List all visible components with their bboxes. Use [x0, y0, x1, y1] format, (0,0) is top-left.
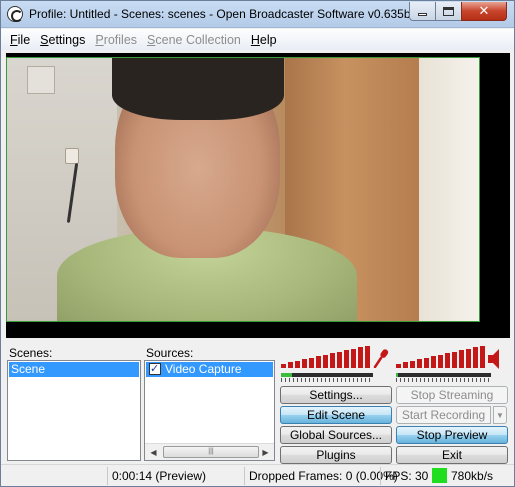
wall-picture — [27, 66, 55, 94]
volume-bar — [466, 349, 471, 368]
microphone-icon-glyph — [373, 349, 389, 369]
volume-bar — [337, 352, 342, 368]
speaker-icon-glyph — [488, 349, 499, 369]
maximize-icon — [443, 6, 454, 16]
volume-bar — [396, 364, 401, 368]
stop-streaming-button[interactable]: Stop Streaming — [396, 386, 508, 404]
menu-scene-collection[interactable]: Scene Collection — [142, 33, 246, 47]
volume-bar — [316, 356, 321, 368]
volume-bar — [431, 356, 436, 368]
minimize-button[interactable] — [409, 2, 436, 21]
stream-status-indicator — [432, 468, 447, 483]
status-bitrate: 780kb/s — [451, 469, 494, 483]
volume-bar — [403, 362, 408, 368]
status-time: 0:00:14 (Preview) — [107, 467, 206, 485]
volume-bar — [288, 362, 293, 368]
volume-bar — [323, 355, 328, 368]
scroll-left-icon[interactable]: ◀ — [145, 444, 162, 460]
global-sources-button[interactable]: Global Sources... — [280, 426, 392, 444]
menu-profiles[interactable]: Profiles — [90, 33, 142, 47]
microphone-level-meter — [281, 373, 373, 377]
exit-button[interactable]: Exit — [396, 446, 508, 464]
desktop-audio-meter — [396, 346, 511, 386]
speaker-icon[interactable] — [487, 348, 507, 373]
menu-file[interactable]: File — [5, 33, 35, 47]
scenes-list[interactable]: Scene — [7, 360, 141, 461]
volume-bar — [459, 350, 464, 368]
desktop-ticks — [396, 378, 491, 382]
minimize-icon — [418, 12, 427, 16]
obs-window: Profile: Untitled - Scenes: scenes - Ope… — [0, 0, 515, 487]
title-bar[interactable]: Profile: Untitled - Scenes: scenes - Ope… — [1, 1, 514, 28]
scroll-right-icon[interactable]: ▶ — [257, 444, 274, 460]
volume-bar — [480, 346, 485, 368]
close-icon: ✕ — [478, 3, 490, 19]
window-light — [419, 58, 479, 321]
scroll-thumb[interactable]: ||| — [163, 446, 259, 458]
volume-bar — [358, 347, 363, 368]
recording-dropdown-icon[interactable]: ▼ — [493, 406, 507, 424]
status-bar: 0:00:14 (Preview) Dropped Frames: 0 (0.0… — [1, 464, 514, 486]
status-dropped-frames: Dropped Frames: 0 (0.00%) — [244, 467, 398, 485]
volume-bar — [295, 361, 300, 368]
microphone-level-fill — [281, 373, 293, 377]
desktop-level-fill — [396, 373, 398, 377]
close-button[interactable]: ✕ — [461, 2, 507, 21]
microphone-ticks — [281, 378, 373, 382]
volume-bar — [452, 352, 457, 368]
edit-scene-button[interactable]: Edit Scene — [280, 406, 392, 424]
volume-bar — [351, 349, 356, 368]
menu-settings[interactable]: Settings — [35, 33, 90, 47]
source-item[interactable]: Video Capture Device — [146, 361, 273, 391]
volume-bar — [281, 364, 286, 368]
desktop-level-meter — [396, 373, 491, 377]
volume-bar — [330, 353, 335, 368]
scene-item[interactable]: Scene — [9, 362, 139, 377]
volume-bar — [309, 358, 314, 368]
sources-list[interactable]: Video Capture Device ◀ ||| ▶ — [144, 360, 275, 461]
wall-socket — [65, 148, 79, 164]
microphone-icon[interactable] — [373, 348, 391, 372]
volume-bar — [417, 359, 422, 368]
start-recording-button[interactable]: Start Recording — [396, 406, 491, 424]
volume-bar — [424, 358, 429, 368]
menu-help[interactable]: Help — [246, 33, 282, 47]
volume-bar — [445, 353, 450, 368]
menu-bar: File Settings Profiles Scene Collection … — [1, 29, 514, 50]
source-visible-checkbox[interactable] — [149, 361, 161, 376]
webcam-video-frame — [6, 57, 480, 322]
window-title: Profile: Untitled - Scenes: scenes - Ope… — [29, 7, 411, 21]
frame-edge-line — [479, 58, 480, 322]
settings-button[interactable]: Settings... — [280, 386, 392, 404]
plugins-button[interactable]: Plugins — [280, 446, 392, 464]
scenes-label: Scenes: — [9, 346, 53, 360]
volume-bar — [410, 361, 415, 368]
microphone-meter — [281, 346, 393, 386]
sources-horizontal-scrollbar[interactable]: ◀ ||| ▶ — [145, 443, 274, 460]
person-hair — [112, 58, 284, 120]
volume-bar — [344, 350, 349, 368]
preview-area[interactable] — [6, 53, 510, 338]
obs-logo-icon — [7, 6, 23, 22]
volume-bar — [302, 359, 307, 368]
volume-bar — [473, 347, 478, 368]
status-fps: FPS: 30 — [380, 467, 428, 485]
volume-bar — [365, 346, 370, 368]
volume-bar — [438, 355, 443, 368]
maximize-button[interactable] — [435, 2, 462, 21]
source-item-label: Video Capture Device — [149, 362, 242, 391]
sources-label: Sources: — [146, 346, 194, 360]
stop-preview-button[interactable]: Stop Preview — [396, 426, 508, 444]
